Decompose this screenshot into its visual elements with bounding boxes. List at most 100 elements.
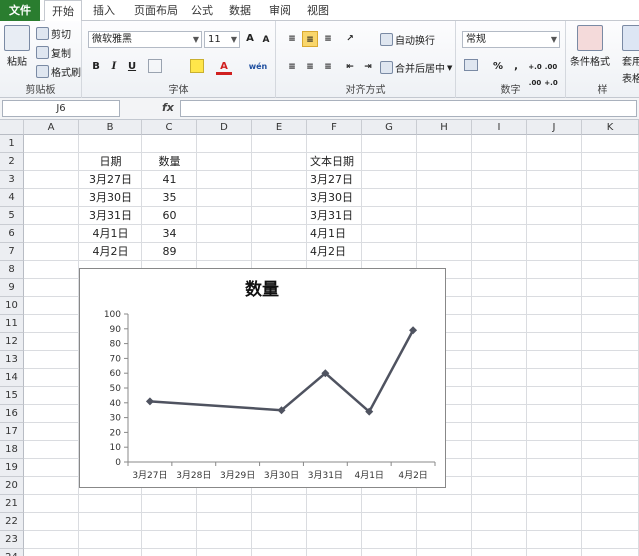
column-header-k[interactable]: K [582, 120, 639, 135]
align-center-button[interactable]: ≡ [302, 59, 318, 75]
row-header-21[interactable]: 21 [0, 495, 24, 513]
row-header-6[interactable]: 6 [0, 225, 24, 243]
cell-b4[interactable]: 3月30日 [79, 189, 142, 207]
column-header-i[interactable]: I [472, 120, 527, 135]
column-header-d[interactable]: D [197, 120, 252, 135]
worksheet-grid[interactable]: ABCDEFGHIJK 1 2 3 4 5 6 7 8 9 10 11 12 13 14 15 16 17 18 1… [0, 120, 639, 556]
tab-page-layout[interactable]: 页面布局 [128, 0, 184, 21]
currency-button[interactable] [464, 59, 478, 71]
tab-insert[interactable]: 插入 [86, 0, 122, 21]
cut-button[interactable]: 剪切 [36, 26, 71, 41]
align-left-button[interactable]: ≡ [284, 59, 300, 75]
cell-f6[interactable]: 4月1日 [307, 225, 362, 243]
row-header-18[interactable]: 18 [0, 441, 24, 459]
row-header-10[interactable]: 10 [0, 297, 24, 315]
row-header-15[interactable]: 15 [0, 387, 24, 405]
row-header-23[interactable]: 23 [0, 531, 24, 549]
comma-button[interactable]: , [508, 59, 524, 75]
tab-home[interactable]: 开始 [44, 0, 82, 22]
italic-button[interactable]: I [106, 59, 122, 75]
row-header-4[interactable]: 4 [0, 189, 24, 207]
cell-f7[interactable]: 4月2日 [307, 243, 362, 261]
format-painter-button[interactable]: 格式刷 [36, 64, 81, 79]
phonetic-button[interactable]: wén [246, 59, 270, 75]
border-button[interactable] [148, 59, 162, 73]
cell-f4[interactable]: 3月30日 [307, 189, 362, 207]
tab-view[interactable]: 视图 [300, 0, 336, 21]
row-header-24[interactable]: 24 [0, 549, 24, 556]
tab-data[interactable]: 数据 [224, 0, 256, 21]
column-header-b[interactable]: B [79, 120, 142, 135]
align-middle-button[interactable]: ≡ [302, 31, 318, 47]
align-top-button[interactable]: ≡ [284, 31, 300, 47]
row-header-20[interactable]: 20 [0, 477, 24, 495]
grow-font-button[interactable]: A [242, 31, 258, 47]
column-header-f[interactable]: F [307, 120, 362, 135]
row-header-1[interactable]: 1 [0, 135, 24, 153]
shrink-font-button[interactable]: A [258, 32, 274, 48]
row-header-17[interactable]: 17 [0, 423, 24, 441]
align-bottom-button[interactable]: ≡ [320, 31, 336, 47]
column-header-a[interactable]: A [24, 120, 79, 135]
cell-f2[interactable]: 文本日期 [307, 153, 362, 171]
paste-button[interactable]: 粘贴 [4, 25, 30, 68]
cell-c2[interactable]: 数量 [142, 153, 197, 171]
cell-c7[interactable]: 89 [142, 243, 197, 261]
formula-input[interactable] [180, 100, 637, 117]
cell-b5[interactable]: 3月31日 [79, 207, 142, 225]
cell-c3[interactable]: 41 [142, 171, 197, 189]
wrap-text-button[interactable]: 自动换行 [380, 32, 435, 47]
insert-function-button[interactable]: fx [162, 101, 174, 114]
select-all-corner[interactable] [0, 120, 24, 135]
line-chart[interactable]: 数量 0 10 20 30 40 50 60 70 80 90 100 3月27日 3月28日 3月29日… [79, 268, 446, 488]
cell-b3[interactable]: 3月27日 [79, 171, 142, 189]
fill-color-button[interactable] [190, 59, 204, 73]
decrease-indent-button[interactable]: ⇤ [342, 59, 358, 75]
column-header-j[interactable]: J [527, 120, 582, 135]
cell-c5[interactable]: 60 [142, 207, 197, 225]
tab-file[interactable]: 文件 [0, 0, 40, 21]
font-color-button[interactable]: A [216, 59, 232, 75]
orientation-button[interactable]: ↗ [342, 31, 358, 47]
row-header-19[interactable]: 19 [0, 459, 24, 477]
name-box[interactable]: J6 [2, 100, 120, 117]
decrease-decimal-button[interactable]: .00 +.0 [544, 59, 558, 87]
percent-button[interactable]: % [490, 59, 506, 75]
row-header-5[interactable]: 5 [0, 207, 24, 225]
cell-c6[interactable]: 34 [142, 225, 197, 243]
row-header-8[interactable]: 8 [0, 261, 24, 279]
increase-indent-button[interactable]: ⇥ [360, 59, 376, 75]
row-header-22[interactable]: 22 [0, 513, 24, 531]
font-size-combo[interactable]: 11 ▼ [204, 31, 240, 48]
cell-f3[interactable]: 3月27日 [307, 171, 362, 189]
cell-f5[interactable]: 3月31日 [307, 207, 362, 225]
increase-decimal-button[interactable]: +.0 .00 [528, 59, 542, 87]
bold-button[interactable]: B [88, 59, 104, 75]
column-header-c[interactable]: C [142, 120, 197, 135]
row-header-9[interactable]: 9 [0, 279, 24, 297]
format-as-table-button[interactable]: 套用 表格格 [622, 25, 639, 85]
row-header-2[interactable]: 2 [0, 153, 24, 171]
cell-b2[interactable]: 日期 [79, 153, 142, 171]
row-header-12[interactable]: 12 [0, 333, 24, 351]
row-header-13[interactable]: 13 [0, 351, 24, 369]
underline-button[interactable]: U [124, 59, 140, 75]
cell-c4[interactable]: 35 [142, 189, 197, 207]
column-header-e[interactable]: E [252, 120, 307, 135]
number-format-combo[interactable]: 常规 ▼ [462, 31, 560, 48]
align-right-button[interactable]: ≡ [320, 59, 336, 75]
font-name-combo[interactable]: 微软雅黑 ▼ [88, 31, 202, 48]
row-header-7[interactable]: 7 [0, 243, 24, 261]
tab-review[interactable]: 审阅 [262, 0, 298, 21]
merge-center-button[interactable]: 合并后居中 ▼ [380, 60, 452, 75]
conditional-format-button[interactable]: 条件格式 [570, 25, 610, 68]
row-header-3[interactable]: 3 [0, 171, 24, 189]
column-header-g[interactable]: G [362, 120, 417, 135]
row-header-14[interactable]: 14 [0, 369, 24, 387]
cell-b7[interactable]: 4月2日 [79, 243, 142, 261]
cell-b6[interactable]: 4月1日 [79, 225, 142, 243]
tab-formulas[interactable]: 公式 [186, 0, 218, 21]
row-header-11[interactable]: 11 [0, 315, 24, 333]
copy-button[interactable]: 复制 [36, 45, 71, 60]
column-header-h[interactable]: H [417, 120, 472, 135]
